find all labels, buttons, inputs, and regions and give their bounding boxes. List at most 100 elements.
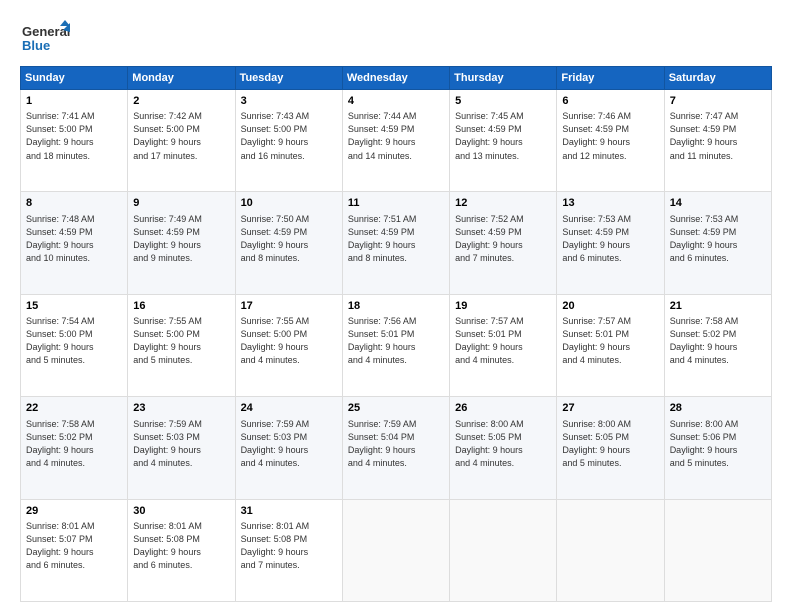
- day-number: 23: [133, 401, 229, 416]
- svg-text:Blue: Blue: [22, 38, 50, 53]
- calendar-cell: 31Sunrise: 8:01 AM Sunset: 5:08 PM Dayli…: [235, 499, 342, 601]
- logo: General Blue: [20, 18, 70, 58]
- calendar-cell: [557, 499, 664, 601]
- calendar-week-row: 22Sunrise: 7:58 AM Sunset: 5:02 PM Dayli…: [21, 397, 772, 499]
- day-info: Sunrise: 7:55 AM Sunset: 5:00 PM Dayligh…: [133, 315, 229, 367]
- day-number: 3: [241, 94, 337, 109]
- day-number: 21: [670, 299, 766, 314]
- calendar-cell: 17Sunrise: 7:55 AM Sunset: 5:00 PM Dayli…: [235, 294, 342, 396]
- calendar-cell: 20Sunrise: 7:57 AM Sunset: 5:01 PM Dayli…: [557, 294, 664, 396]
- calendar-cell: 18Sunrise: 7:56 AM Sunset: 5:01 PM Dayli…: [342, 294, 449, 396]
- day-info: Sunrise: 7:42 AM Sunset: 5:00 PM Dayligh…: [133, 110, 229, 162]
- day-info: Sunrise: 7:56 AM Sunset: 5:01 PM Dayligh…: [348, 315, 444, 367]
- calendar-cell: 21Sunrise: 7:58 AM Sunset: 5:02 PM Dayli…: [664, 294, 771, 396]
- page-header: General Blue: [20, 18, 772, 58]
- calendar-cell: 28Sunrise: 8:00 AM Sunset: 5:06 PM Dayli…: [664, 397, 771, 499]
- day-number: 1: [26, 94, 122, 109]
- day-number: 2: [133, 94, 229, 109]
- day-header-saturday: Saturday: [664, 67, 771, 90]
- day-number: 29: [26, 504, 122, 519]
- day-info: Sunrise: 7:57 AM Sunset: 5:01 PM Dayligh…: [455, 315, 551, 367]
- calendar-cell: 11 Sunrise: 7:51 AM Sunset: 4:59 PM Dayli…: [342, 192, 449, 294]
- day-number: 15: [26, 299, 122, 314]
- calendar-week-row: 15Sunrise: 7:54 AM Sunset: 5:00 PM Dayli…: [21, 294, 772, 396]
- calendar-cell: 30Sunrise: 8:01 AM Sunset: 5:08 PM Dayli…: [128, 499, 235, 601]
- day-header-thursday: Thursday: [450, 67, 557, 90]
- day-info: Sunrise: 7:49 AM Sunset: 4:59 PM Dayligh…: [133, 213, 229, 265]
- day-number: 4: [348, 94, 444, 109]
- calendar-cell: 25 Sunrise: 7:59 AM Sunset: 5:04 PM Dayli…: [342, 397, 449, 499]
- day-number: 12: [455, 196, 551, 211]
- day-header-wednesday: Wednesday: [342, 67, 449, 90]
- day-info: Sunrise: 7:59 AM Sunset: 5:04 PM Dayligh…: [348, 418, 444, 470]
- calendar-cell: 26 Sunrise: 8:00 AM Sunset: 5:05 PM Dayli…: [450, 397, 557, 499]
- day-number: 20: [562, 299, 658, 314]
- day-info: Sunrise: 7:47 AM Sunset: 4:59 PM Dayligh…: [670, 110, 766, 162]
- day-number: 9: [133, 196, 229, 211]
- day-number: 30: [133, 504, 229, 519]
- day-info: Sunrise: 7:41 AM Sunset: 5:00 PM Dayligh…: [26, 110, 122, 162]
- day-number: 16: [133, 299, 229, 314]
- calendar-cell: [450, 499, 557, 601]
- calendar-week-row: 8 Sunrise: 7:48 AM Sunset: 4:59 PM Daylig…: [21, 192, 772, 294]
- calendar-week-row: 29Sunrise: 8:01 AM Sunset: 5:07 PM Dayli…: [21, 499, 772, 601]
- day-number: 27: [562, 401, 658, 416]
- logo-icon: General Blue: [20, 18, 70, 58]
- day-info: Sunrise: 7:48 AM Sunset: 4:59 PM Dayligh…: [26, 213, 122, 265]
- day-number: 25: [348, 401, 444, 416]
- day-info: Sunrise: 8:00 AM Sunset: 5:05 PM Dayligh…: [455, 418, 551, 470]
- day-number: 28: [670, 401, 766, 416]
- calendar-cell: 19Sunrise: 7:57 AM Sunset: 5:01 PM Dayli…: [450, 294, 557, 396]
- calendar-cell: 16Sunrise: 7:55 AM Sunset: 5:00 PM Dayli…: [128, 294, 235, 396]
- calendar-cell: 9 Sunrise: 7:49 AM Sunset: 4:59 PM Daylig…: [128, 192, 235, 294]
- day-info: Sunrise: 7:54 AM Sunset: 5:00 PM Dayligh…: [26, 315, 122, 367]
- day-info: Sunrise: 7:58 AM Sunset: 5:02 PM Dayligh…: [670, 315, 766, 367]
- calendar-cell: 12 Sunrise: 7:52 AM Sunset: 4:59 PM Dayli…: [450, 192, 557, 294]
- calendar-cell: 4Sunrise: 7:44 AM Sunset: 4:59 PM Daylig…: [342, 90, 449, 192]
- calendar-cell: 14 Sunrise: 7:53 AM Sunset: 4:59 PM Dayli…: [664, 192, 771, 294]
- calendar-cell: 1Sunrise: 7:41 AM Sunset: 5:00 PM Daylig…: [21, 90, 128, 192]
- day-info: Sunrise: 7:59 AM Sunset: 5:03 PM Dayligh…: [133, 418, 229, 470]
- calendar-cell: 10 Sunrise: 7:50 AM Sunset: 4:59 PM Dayli…: [235, 192, 342, 294]
- day-header-friday: Friday: [557, 67, 664, 90]
- day-info: Sunrise: 7:52 AM Sunset: 4:59 PM Dayligh…: [455, 213, 551, 265]
- day-number: 13: [562, 196, 658, 211]
- day-info: Sunrise: 7:57 AM Sunset: 5:01 PM Dayligh…: [562, 315, 658, 367]
- day-number: 19: [455, 299, 551, 314]
- day-info: Sunrise: 7:59 AM Sunset: 5:03 PM Dayligh…: [241, 418, 337, 470]
- day-info: Sunrise: 7:53 AM Sunset: 4:59 PM Dayligh…: [562, 213, 658, 265]
- calendar-cell: [664, 499, 771, 601]
- day-number: 6: [562, 94, 658, 109]
- day-info: Sunrise: 7:45 AM Sunset: 4:59 PM Dayligh…: [455, 110, 551, 162]
- calendar-cell: 27 Sunrise: 8:00 AM Sunset: 5:05 PM Dayli…: [557, 397, 664, 499]
- svg-text:General: General: [22, 24, 70, 39]
- day-header-tuesday: Tuesday: [235, 67, 342, 90]
- day-number: 8: [26, 196, 122, 211]
- day-info: Sunrise: 7:51 AM Sunset: 4:59 PM Dayligh…: [348, 213, 444, 265]
- calendar-cell: [342, 499, 449, 601]
- day-info: Sunrise: 7:58 AM Sunset: 5:02 PM Dayligh…: [26, 418, 122, 470]
- day-number: 5: [455, 94, 551, 109]
- day-number: 11: [348, 196, 444, 211]
- day-info: Sunrise: 7:50 AM Sunset: 4:59 PM Dayligh…: [241, 213, 337, 265]
- day-header-sunday: Sunday: [21, 67, 128, 90]
- calendar-cell: 15Sunrise: 7:54 AM Sunset: 5:00 PM Dayli…: [21, 294, 128, 396]
- day-number: 31: [241, 504, 337, 519]
- day-info: Sunrise: 8:01 AM Sunset: 5:08 PM Dayligh…: [241, 520, 337, 572]
- day-info: Sunrise: 7:53 AM Sunset: 4:59 PM Dayligh…: [670, 213, 766, 265]
- day-header-monday: Monday: [128, 67, 235, 90]
- calendar-cell: 24Sunrise: 7:59 AM Sunset: 5:03 PM Dayli…: [235, 397, 342, 499]
- day-number: 14: [670, 196, 766, 211]
- calendar-cell: 29Sunrise: 8:01 AM Sunset: 5:07 PM Dayli…: [21, 499, 128, 601]
- day-info: Sunrise: 8:01 AM Sunset: 5:08 PM Dayligh…: [133, 520, 229, 572]
- day-info: Sunrise: 7:55 AM Sunset: 5:00 PM Dayligh…: [241, 315, 337, 367]
- calendar-cell: 22Sunrise: 7:58 AM Sunset: 5:02 PM Dayli…: [21, 397, 128, 499]
- day-info: Sunrise: 8:00 AM Sunset: 5:05 PM Dayligh…: [562, 418, 658, 470]
- calendar-cell: 2Sunrise: 7:42 AM Sunset: 5:00 PM Daylig…: [128, 90, 235, 192]
- day-info: Sunrise: 7:43 AM Sunset: 5:00 PM Dayligh…: [241, 110, 337, 162]
- day-number: 10: [241, 196, 337, 211]
- calendar-cell: 23 Sunrise: 7:59 AM Sunset: 5:03 PM Dayli…: [128, 397, 235, 499]
- day-number: 26: [455, 401, 551, 416]
- day-info: Sunrise: 7:44 AM Sunset: 4:59 PM Dayligh…: [348, 110, 444, 162]
- calendar-cell: 8 Sunrise: 7:48 AM Sunset: 4:59 PM Daylig…: [21, 192, 128, 294]
